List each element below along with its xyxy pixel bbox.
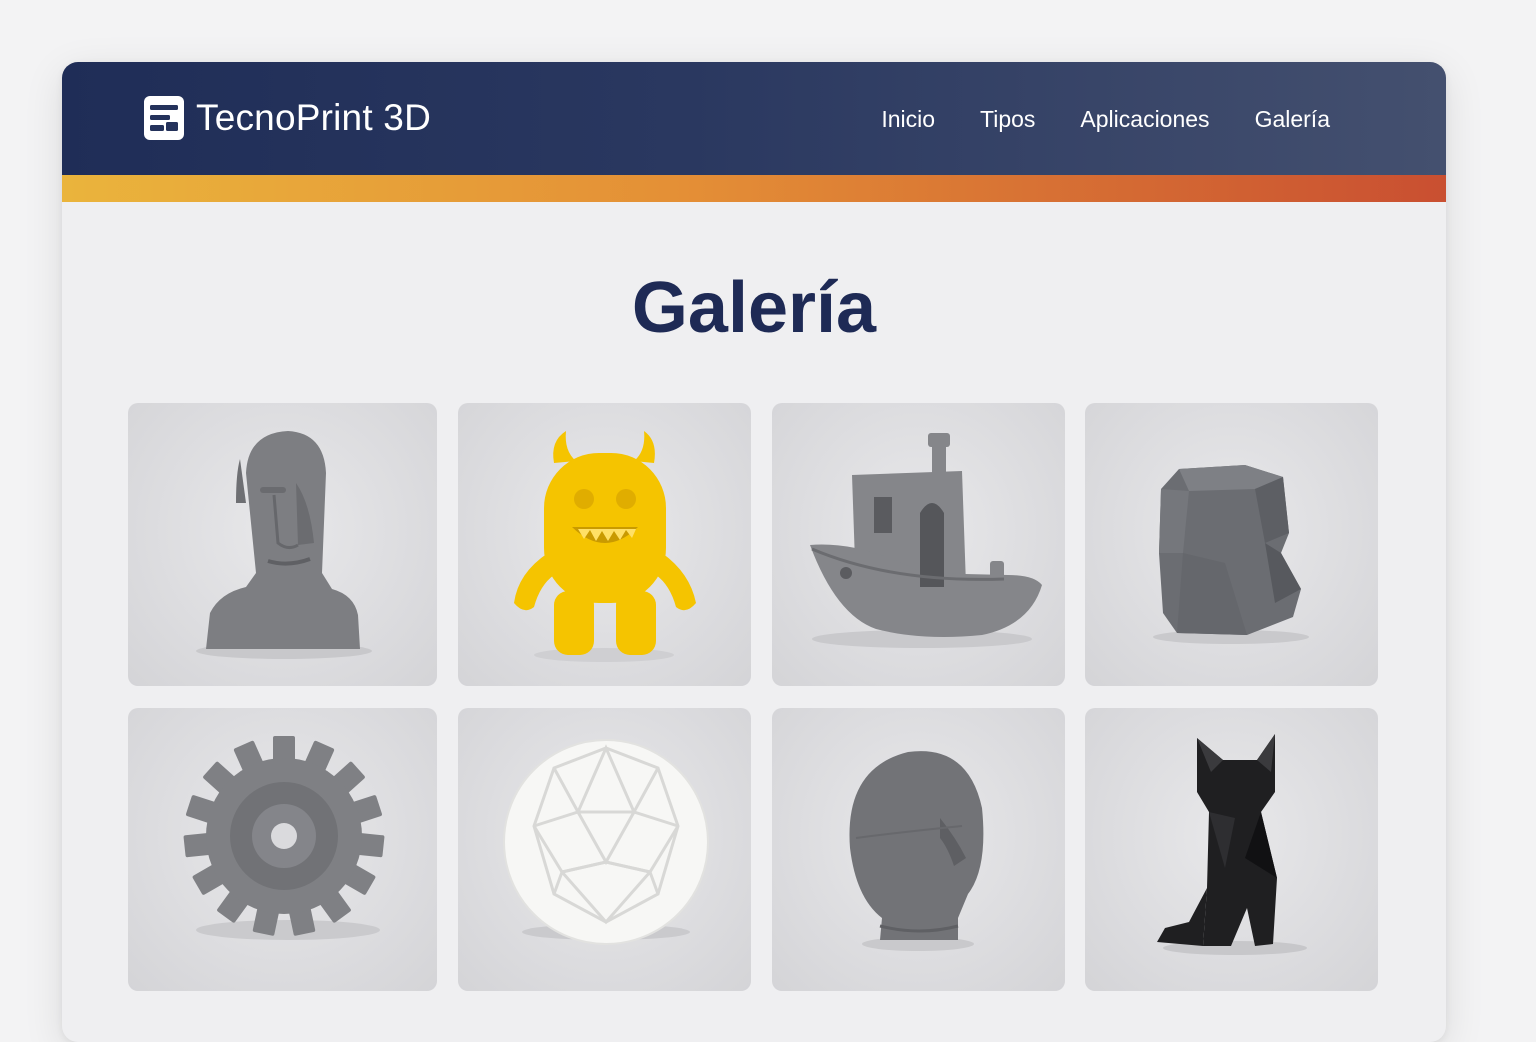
gallery-item-head[interactable] xyxy=(772,708,1065,991)
benchy-boat-image xyxy=(810,433,1042,648)
accent-bar xyxy=(62,175,1446,202)
gear-image xyxy=(183,736,385,940)
page-title: Galería xyxy=(631,268,877,348)
site-header: TecnoPrint 3D Inicio Tipos Aplicaciones … xyxy=(62,62,1446,175)
gallery-item-cat[interactable] xyxy=(1085,708,1378,991)
geodesic-sphere-image xyxy=(503,739,709,945)
main-nav: Inicio Tipos Aplicaciones Galería xyxy=(881,106,1330,133)
gallery-item-boat[interactable] xyxy=(772,403,1065,686)
layered-square-logo-icon xyxy=(144,96,184,140)
nav-item-inicio[interactable]: Inicio xyxy=(881,106,935,133)
gallery-item-rock[interactable] xyxy=(1085,403,1378,686)
browser-window: TecnoPrint 3D Inicio Tipos Aplicaciones … xyxy=(62,62,1446,1042)
gallery-item-gear[interactable] xyxy=(128,708,437,991)
yellow-monster-image xyxy=(514,431,696,662)
nav-item-tipos[interactable]: Tipos xyxy=(980,106,1035,133)
low-poly-rock-image xyxy=(1153,465,1309,644)
abstract-head-image xyxy=(849,751,984,951)
brand-name: TecnoPrint 3D xyxy=(196,97,431,138)
nav-item-galeria[interactable]: Galería xyxy=(1255,106,1330,133)
gallery-item-monster[interactable] xyxy=(458,403,751,686)
gallery-item-moai[interactable] xyxy=(128,403,437,686)
gallery-item-sphere[interactable] xyxy=(458,708,751,991)
low-poly-cat-image xyxy=(1157,734,1307,955)
moai-figure-image xyxy=(196,431,372,659)
brand[interactable]: TecnoPrint 3D xyxy=(144,96,431,140)
nav-item-aplicaciones[interactable]: Aplicaciones xyxy=(1080,106,1209,133)
